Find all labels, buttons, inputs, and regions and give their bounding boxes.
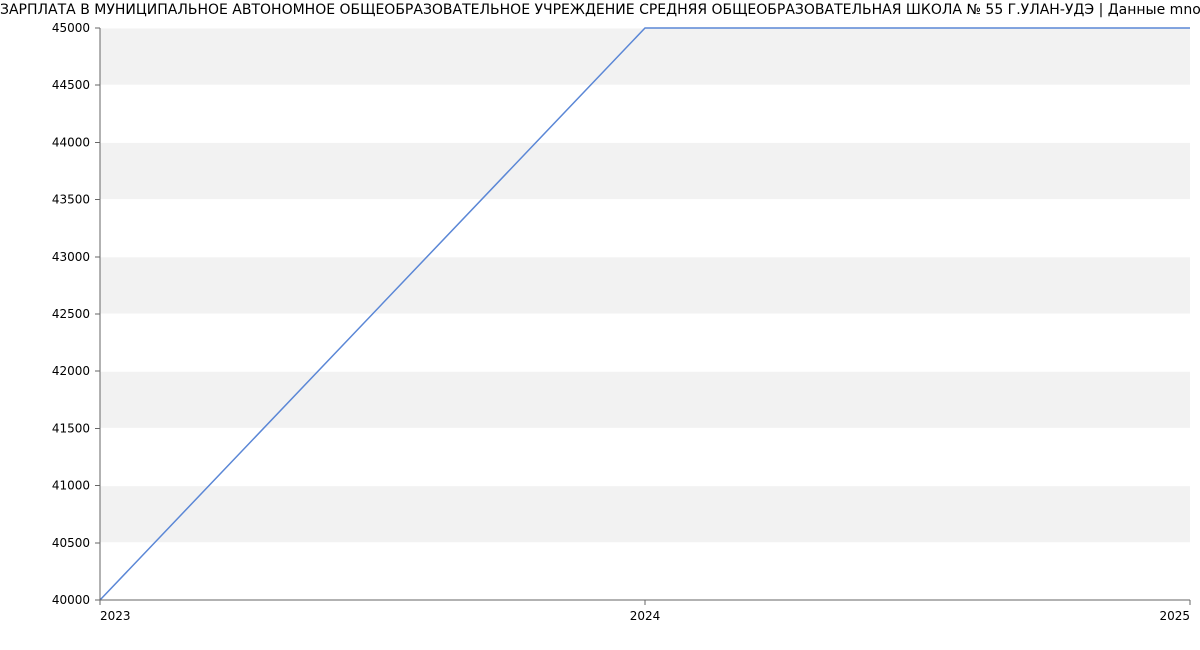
grid-band <box>100 371 1190 428</box>
x-tick-label: 2023 <box>100 609 131 623</box>
y-tick-label: 41000 <box>52 479 90 493</box>
x-tick-label: 2024 <box>630 609 661 623</box>
y-tick-label: 42000 <box>52 364 90 378</box>
y-tick-label: 45000 <box>52 21 90 35</box>
y-tick-label: 43500 <box>52 193 90 207</box>
y-tick-label: 40000 <box>52 593 90 607</box>
line-chart: ЗАРПЛАТА В МУНИЦИПАЛЬНОЕ АВТОНОМНОЕ ОБЩЕ… <box>0 0 1200 650</box>
grid-band <box>100 257 1190 314</box>
y-tick-label: 44500 <box>52 78 90 92</box>
chart-svg: 40000 40500 41000 41500 42000 42500 43000 43500… <box>0 0 1200 650</box>
y-tick-label: 40500 <box>52 536 90 550</box>
x-tick-label: 2025 <box>1159 609 1190 623</box>
chart-title: ЗАРПЛАТА В МУНИЦИПАЛЬНОЕ АВТОНОМНОЕ ОБЩЕ… <box>0 2 1200 18</box>
y-tick-label: 41500 <box>52 421 90 435</box>
grid-band <box>100 142 1190 199</box>
y-tick-label: 44000 <box>52 135 90 149</box>
grid-band <box>100 28 1190 85</box>
grid-band <box>100 486 1190 543</box>
y-tick-label: 43000 <box>52 250 90 264</box>
y-tick-label: 42500 <box>52 307 90 321</box>
